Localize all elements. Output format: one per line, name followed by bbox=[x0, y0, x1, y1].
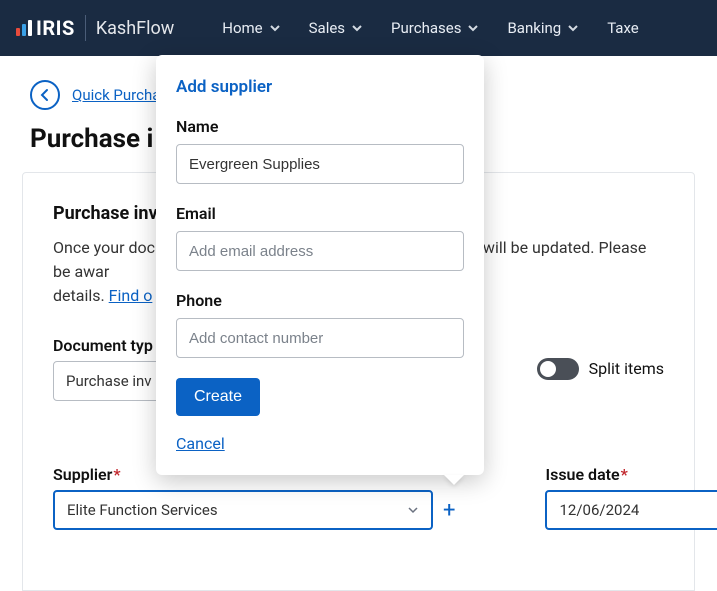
supplier-value: Elite Function Services bbox=[67, 501, 218, 519]
cancel-link[interactable]: Cancel bbox=[176, 434, 225, 453]
arrow-left-icon bbox=[38, 88, 52, 102]
doc-type-value: Purchase inv bbox=[66, 372, 152, 390]
nav-label: Banking bbox=[507, 19, 561, 37]
popover-email-label: Email bbox=[176, 204, 464, 223]
add-supplier-button[interactable]: + bbox=[443, 498, 455, 523]
add-supplier-popover: Add supplier Name Email Phone Create Can… bbox=[156, 55, 484, 475]
find-out-link[interactable]: Find o bbox=[109, 286, 153, 305]
split-items-label: Split items bbox=[589, 359, 664, 378]
popover-email-field: Email bbox=[176, 204, 464, 271]
popover-name-field: Name bbox=[176, 117, 464, 184]
nav-label: Purchases bbox=[391, 19, 461, 37]
back-button[interactable] bbox=[30, 80, 60, 110]
nav-taxes[interactable]: Taxe bbox=[607, 19, 639, 37]
chevron-down-icon bbox=[467, 22, 479, 34]
popover-phone-label: Phone bbox=[176, 291, 464, 310]
chevron-down-icon bbox=[351, 22, 363, 34]
chevron-down-icon bbox=[269, 22, 281, 34]
nav-label: Sales bbox=[309, 19, 345, 37]
product-text: KashFlow bbox=[96, 18, 174, 39]
nav-items: Home Sales Purchases Banking Taxe bbox=[222, 19, 638, 37]
popover-title: Add supplier bbox=[176, 77, 464, 97]
nav-banking[interactable]: Banking bbox=[507, 19, 579, 37]
issue-date-field: Issue date* 12/06/2024 bbox=[545, 465, 717, 530]
nav-home[interactable]: Home bbox=[222, 19, 280, 37]
iris-bars-icon bbox=[16, 20, 32, 36]
split-items-toggle[interactable] bbox=[537, 358, 579, 380]
logo-divider bbox=[85, 15, 86, 41]
brand-text: IRIS bbox=[36, 16, 75, 40]
top-nav: IRIS KashFlow Home Sales Purchases Banki… bbox=[0, 0, 717, 56]
supplier-wrap: Elite Function Services + bbox=[53, 490, 455, 530]
supplier-email-input[interactable] bbox=[176, 231, 464, 271]
nav-sales[interactable]: Sales bbox=[309, 19, 363, 37]
issue-date-input[interactable]: 12/06/2024 bbox=[545, 490, 717, 530]
nav-purchases[interactable]: Purchases bbox=[391, 19, 479, 37]
popover-phone-field: Phone bbox=[176, 291, 464, 358]
issue-date-value: 12/06/2024 bbox=[559, 501, 639, 519]
supplier-phone-input[interactable] bbox=[176, 318, 464, 358]
iris-logo[interactable]: IRIS bbox=[16, 16, 75, 40]
issue-date-label: Issue date* bbox=[545, 465, 717, 484]
quick-purchase-link[interactable]: Quick Purcha bbox=[72, 86, 160, 104]
supplier-select[interactable]: Elite Function Services bbox=[53, 490, 433, 530]
logo-block: IRIS KashFlow bbox=[16, 15, 174, 41]
chevron-down-icon bbox=[407, 504, 419, 516]
supplier-name-input[interactable] bbox=[176, 144, 464, 184]
nav-label: Taxe bbox=[607, 19, 639, 37]
chevron-down-icon bbox=[567, 22, 579, 34]
create-button[interactable]: Create bbox=[176, 378, 260, 416]
split-items-toggle-wrap: Split items bbox=[537, 358, 664, 380]
popover-name-label: Name bbox=[176, 117, 464, 136]
nav-label: Home bbox=[222, 19, 262, 37]
